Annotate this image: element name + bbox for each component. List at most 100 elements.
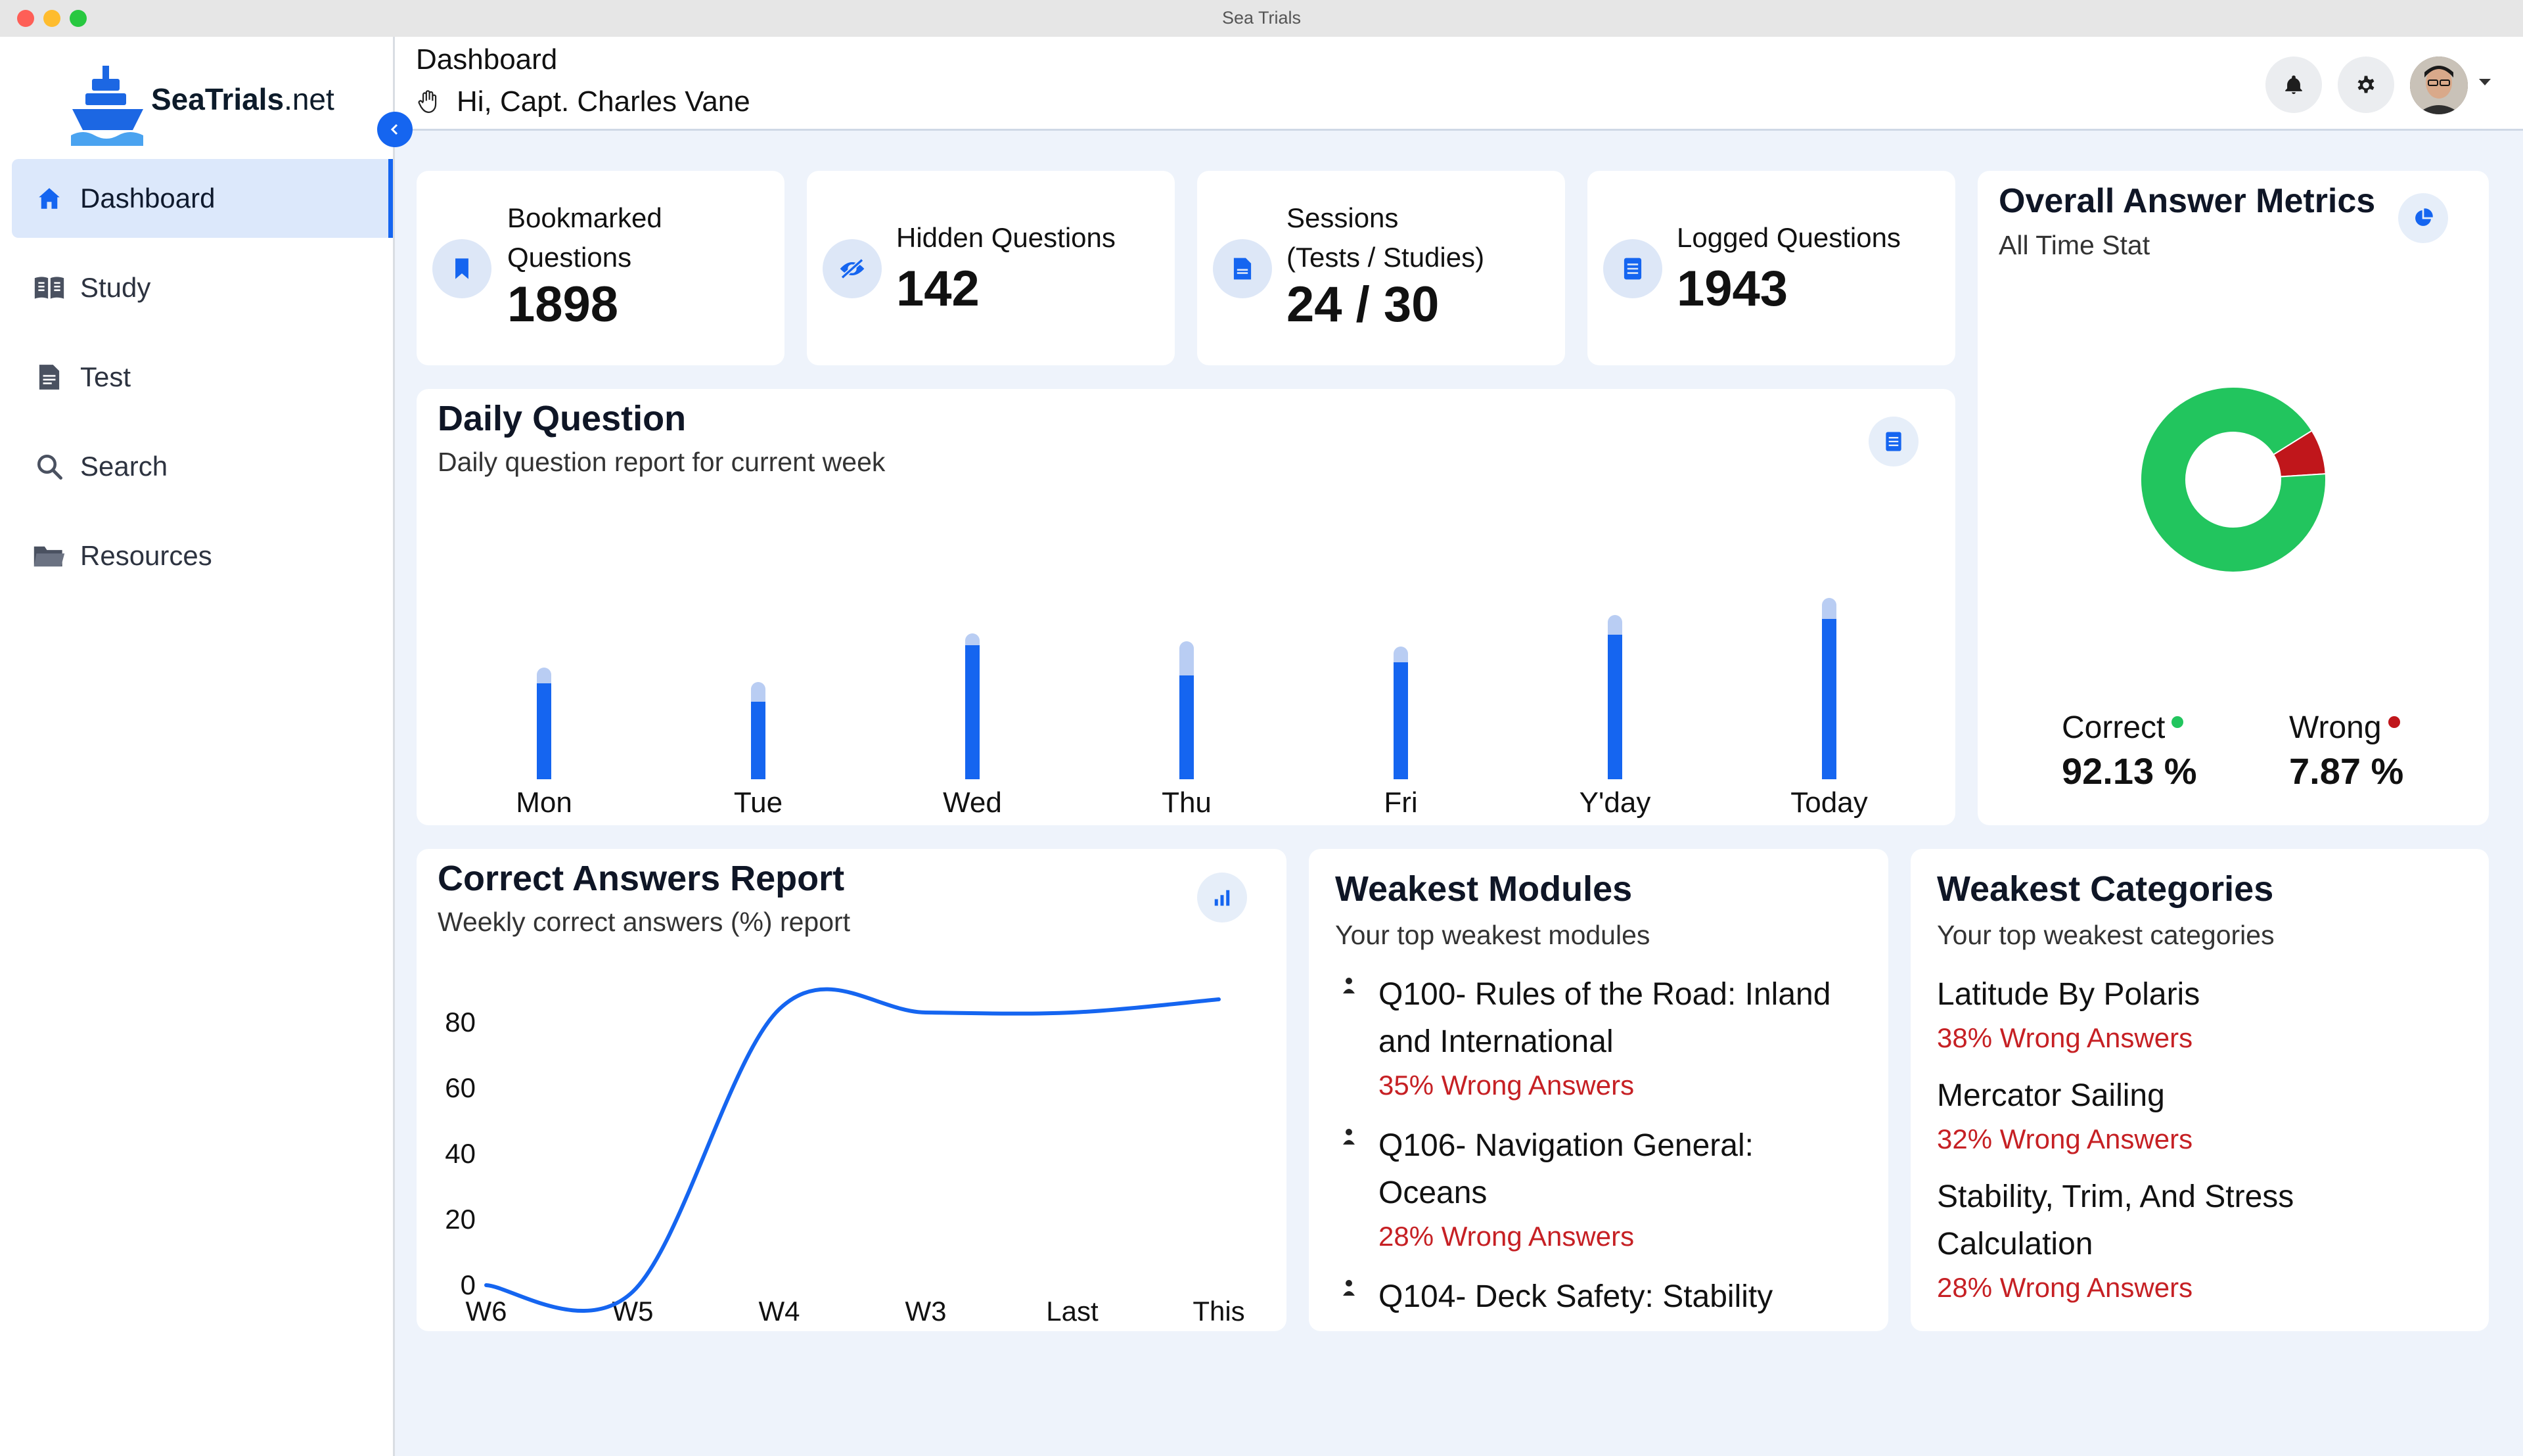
list-item[interactable]: Q100- Rules of the Road: Inland and Inte…	[1335, 971, 1848, 1105]
search-icon	[32, 449, 67, 484]
wrong-value: 7.87 %	[2289, 750, 2404, 792]
stat-label: Sessions (Tests / Studies)	[1286, 202, 1485, 273]
window-title: Sea Trials	[1221, 8, 1302, 28]
x-tick-label: Wed	[943, 786, 1002, 819]
sidebar-item-search[interactable]: Search	[12, 427, 393, 506]
notifications-button[interactable]	[2265, 57, 2322, 113]
overall-metrics-card: Overall Answer Metrics All Time Stat Cor…	[1978, 171, 2489, 825]
bar-primary	[965, 645, 980, 779]
eye-off-icon	[823, 239, 882, 298]
weakest-modules-list: Q100- Rules of the Road: Inland and Inte…	[1335, 971, 1848, 1331]
sidebar-item-resources[interactable]: Resources	[12, 516, 393, 595]
card-title: Weakest Categories	[1937, 869, 2274, 909]
stat-value: 24 / 30	[1286, 277, 1440, 332]
app-window: Sea Trials SeaTrials.net Dashboard Study…	[0, 0, 2523, 1456]
stat-label: Bookmarked Questions	[507, 202, 662, 273]
user-avatar[interactable]	[2410, 57, 2468, 114]
correct-label: Correct	[2062, 710, 2166, 745]
daily-question-card: Daily Question Daily question report for…	[417, 389, 1955, 825]
document-icon	[32, 359, 67, 395]
category-wrong-pct: 38% Wrong Answers	[1937, 1022, 2193, 1053]
page-title: Dashboard	[416, 43, 558, 76]
person-icon	[1343, 1280, 1355, 1296]
list-item[interactable]: Stability, Trim, And Stress Calculation …	[1937, 1173, 2476, 1308]
stat-card-sessions[interactable]: Sessions (Tests / Studies) 24 / 30	[1197, 171, 1565, 365]
y-tick-label: 60	[445, 1072, 476, 1103]
wrong-dot	[2388, 716, 2400, 728]
x-tick-label: Thu	[1162, 786, 1212, 819]
folder-icon	[32, 538, 67, 574]
x-tick-label: This	[1193, 1296, 1244, 1327]
correct-legend: Correct 92.13 %	[2062, 710, 2197, 792]
person-icon	[1343, 1129, 1355, 1145]
correct-dot	[2171, 716, 2184, 728]
home-icon	[32, 181, 67, 216]
chevron-left-icon	[390, 124, 398, 135]
avatar-image	[2410, 57, 2468, 114]
sidebar-item-label: Resources	[80, 540, 212, 571]
card-title: Overall Answer Metrics	[1999, 182, 2376, 220]
x-tick-label: W3	[905, 1296, 947, 1327]
bar-primary	[751, 702, 765, 779]
x-tick-label: Today	[1790, 786, 1867, 819]
sidebar-item-dashboard[interactable]: Dashboard	[12, 159, 393, 238]
x-tick-label: W6	[466, 1296, 507, 1327]
x-tick-label: Mon	[516, 786, 572, 819]
list-item[interactable]: Mercator Sailing 32% Wrong Answers	[1937, 1072, 2476, 1159]
category-wrong-pct: 32% Wrong Answers	[1937, 1124, 2193, 1154]
ship-logo-icon	[71, 66, 143, 146]
chevron-down-icon[interactable]	[2478, 78, 2492, 87]
brand-name: SeaTrials.net	[151, 82, 334, 116]
category-name: Mercator Sailing	[1937, 1078, 2165, 1113]
gear-icon	[2357, 76, 2375, 93]
bell-icon	[2285, 75, 2302, 95]
person-icon	[1343, 978, 1355, 993]
list-item[interactable]: Q104- Deck Safety: Stability	[1335, 1273, 1848, 1321]
collapse-sidebar-button[interactable]	[377, 112, 413, 147]
stat-value: 1898	[507, 277, 619, 332]
correct-answers-card: Correct Answers Report Weekly correct an…	[417, 849, 1286, 1331]
y-tick-label: 40	[445, 1138, 476, 1169]
card-subtitle: Your top weakest modules	[1335, 920, 1650, 950]
x-tick-label: Tue	[734, 786, 783, 819]
file-icon	[1213, 239, 1272, 298]
bar-primary	[1822, 619, 1836, 779]
sidebar-item-label: Study	[80, 272, 151, 303]
logo[interactable]: SeaTrials.net	[70, 51, 346, 156]
list-item[interactable]: Q106- Navigation General: Oceans 28% Wro…	[1335, 1122, 1848, 1256]
category-name: Latitude By Polaris	[1937, 977, 2200, 1012]
stat-value: 1943	[1677, 261, 1788, 317]
module-name: Q104- Deck Safety: Stability	[1378, 1279, 1773, 1314]
sidebar-item-test[interactable]: Test	[12, 338, 393, 417]
sidebar-item-label: Test	[80, 361, 131, 392]
pie-chart-button[interactable]	[2398, 193, 2448, 243]
pie-slice-correct	[2140, 386, 2327, 573]
module-name: Q100- Rules of the Road: Inland and Inte…	[1378, 977, 1831, 1059]
bar-primary	[537, 683, 551, 779]
stat-card-hidden[interactable]: Hidden Questions 142	[807, 171, 1175, 365]
sidebar-item-label: Dashboard	[80, 183, 216, 214]
stat-card-bookmarked[interactable]: Bookmarked Questions 1898	[417, 171, 784, 365]
pie-chart-icon	[2415, 208, 2433, 226]
bookmark-icon	[432, 239, 491, 298]
stat-value: 142	[896, 261, 980, 317]
list-item[interactable]: Latitude By Polaris 38% Wrong Answers	[1937, 971, 2476, 1058]
sidebar: SeaTrials.net Dashboard Study Test Searc…	[0, 37, 395, 1456]
correct-answers-chart: 020406080W6 W5 W4 W3 Last This	[445, 987, 1245, 1327]
settings-button[interactable]	[2338, 57, 2394, 113]
stat-card-logged[interactable]: Logged Questions 1943	[1587, 171, 1955, 365]
category-name: Stability, Trim, And Stress Calculation	[1937, 1179, 2294, 1262]
series-line	[484, 987, 1221, 1313]
weakest-categories-list: Latitude By Polaris 38% Wrong Answers Me…	[1937, 971, 2476, 1322]
stat-label: Hidden Questions	[896, 222, 1116, 253]
x-tick-label: Last	[1046, 1296, 1099, 1327]
wrong-label: Wrong	[2289, 710, 2382, 745]
y-tick-label: 20	[445, 1204, 476, 1235]
module-name: Q106- Navigation General: Oceans	[1378, 1128, 1754, 1210]
module-wrong-pct: 35% Wrong Answers	[1378, 1070, 1635, 1101]
bar-primary	[1608, 635, 1622, 779]
card-subtitle: All Time Stat	[1999, 230, 2150, 260]
stat-label: Logged Questions	[1677, 222, 1901, 253]
sidebar-item-study[interactable]: Study	[12, 248, 393, 327]
weakest-modules-card: Weakest Modules Your top weakest modules…	[1309, 849, 1888, 1331]
